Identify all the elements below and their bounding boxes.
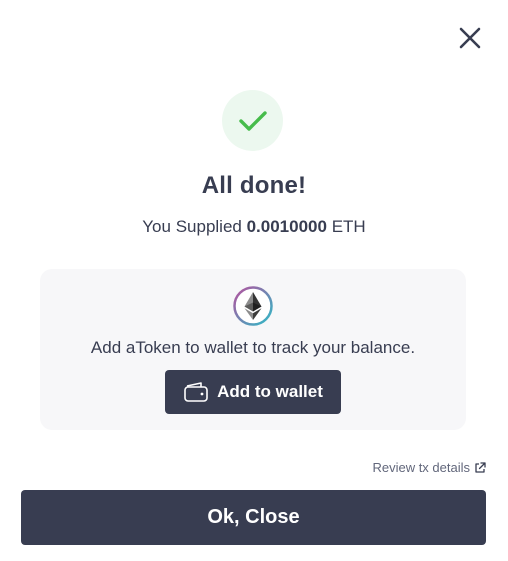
ok-close-button[interactable]: Ok, Close bbox=[21, 490, 486, 545]
external-link-icon bbox=[474, 461, 486, 474]
add-to-wallet-button[interactable]: Add to wallet bbox=[165, 370, 341, 414]
add-token-panel: Add aToken to wallet to track your balan… bbox=[40, 269, 466, 430]
supplied-asset: ETH bbox=[331, 217, 366, 236]
supply-success-modal: All done! You Supplied 0.0010000 ETH Add… bbox=[0, 0, 508, 561]
review-tx-details-link[interactable]: Review tx details bbox=[372, 460, 486, 475]
supplied-amount: 0.0010000 bbox=[246, 217, 327, 236]
close-icon bbox=[459, 27, 481, 49]
summary-prefix: You Supplied bbox=[142, 217, 242, 236]
add-token-message: Add aToken to wallet to track your balan… bbox=[90, 338, 416, 357]
close-button[interactable] bbox=[456, 24, 484, 52]
success-badge bbox=[222, 90, 283, 151]
wallet-icon bbox=[183, 381, 209, 403]
eth-icon bbox=[233, 286, 273, 326]
review-tx-label: Review tx details bbox=[372, 460, 470, 475]
check-icon bbox=[238, 110, 267, 131]
modal-title: All done! bbox=[201, 172, 307, 199]
supply-summary: You Supplied 0.0010000 ETH bbox=[0, 217, 508, 237]
add-to-wallet-label: Add to wallet bbox=[217, 382, 323, 401]
